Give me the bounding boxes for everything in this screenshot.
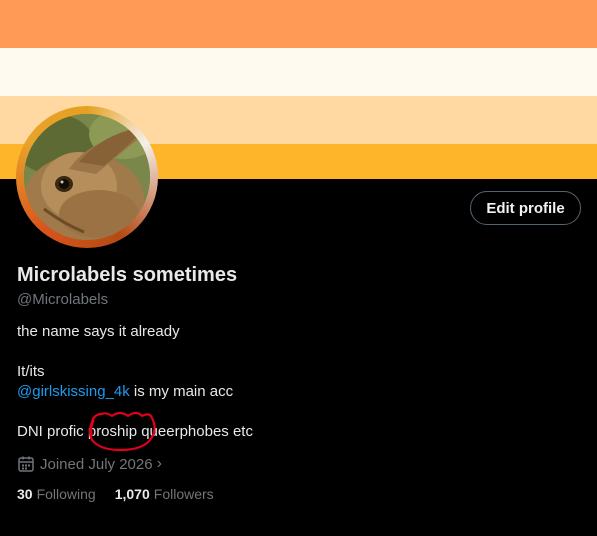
edit-profile-button[interactable]: Edit profile [470, 191, 581, 225]
calendar-icon [17, 455, 35, 473]
bio-line-3: @girlskissing_4k is my main acc [17, 383, 233, 400]
handle: @Microlabels [17, 291, 109, 308]
bio-line-2: It/its [17, 363, 45, 380]
display-name: Microlabels sometimes [17, 264, 238, 286]
mention-link[interactable]: @girlskissing_4k [17, 383, 130, 400]
avatar-photo [24, 114, 150, 240]
chevron-right-icon: › [156, 455, 162, 472]
banner-stripe-orange [0, 0, 597, 48]
following-label: Following [36, 486, 96, 502]
followers-count: 1,070 [114, 486, 150, 502]
avatar[interactable] [16, 106, 158, 248]
red-scribble-annotation [88, 411, 156, 452]
joined-text: Joined July 2026 [40, 455, 153, 473]
following-link[interactable]: 30 Following [17, 486, 96, 502]
banner-stripe-white [0, 48, 597, 96]
hare-image [24, 114, 150, 240]
followers-link[interactable]: 1,070 Followers [115, 486, 214, 502]
following-count: 30 [17, 486, 33, 502]
joined-date[interactable]: Joined July 2026 › [17, 455, 162, 473]
bio-line-3-text: is my main acc [129, 383, 234, 400]
bio-line-1: the name says it already [17, 323, 180, 340]
followers-label: Followers [153, 486, 214, 502]
follow-stats: 30 Following 1,070 Followers [17, 486, 233, 502]
